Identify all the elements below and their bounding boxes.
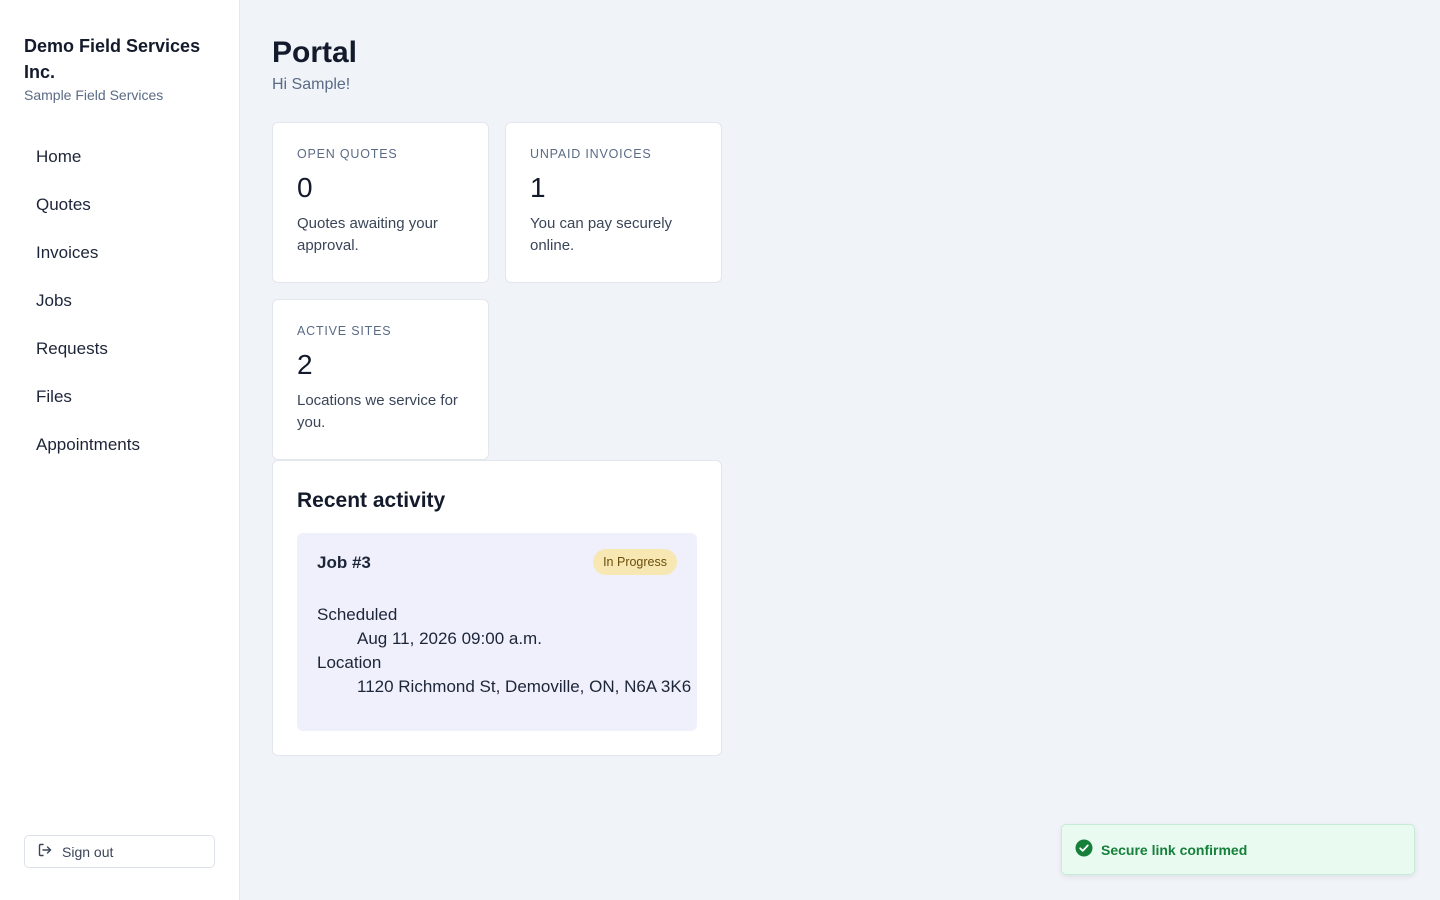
- recent-activity-panel: Recent activity Job #3 In Progress Sched…: [272, 460, 722, 756]
- stat-label: OPEN QUOTES: [297, 147, 398, 161]
- job-details: Scheduled Aug 11, 2026 09:00 a.m. Locati…: [317, 603, 691, 699]
- sign-out-icon: [37, 842, 62, 861]
- sidebar-item-quotes[interactable]: Quotes: [24, 181, 216, 229]
- brand-subtitle: Sample Field Services: [24, 87, 164, 103]
- sidebar-item-appointments[interactable]: Appointments: [24, 421, 216, 469]
- activity-item[interactable]: Job #3 In Progress Scheduled Aug 11, 202…: [297, 533, 697, 731]
- stat-label: ACTIVE SITES: [297, 324, 392, 338]
- stat-value: 2: [297, 349, 313, 380]
- stat-value: 1: [530, 172, 546, 203]
- sign-out-label: Sign out: [62, 843, 114, 860]
- sidebar-item-invoices[interactable]: Invoices: [24, 229, 216, 277]
- page-title: Portal: [272, 36, 358, 69]
- sidebar: Demo Field Services Inc. Sample Field Se…: [0, 0, 240, 900]
- brand: Demo Field Services Inc. Sample Field Se…: [24, 33, 224, 105]
- brand-name: Demo Field Services Inc.: [24, 36, 201, 82]
- sidebar-item-requests[interactable]: Requests: [24, 325, 216, 373]
- location-label: Location: [317, 653, 382, 672]
- sign-out-button[interactable]: Sign out: [24, 835, 215, 868]
- page-greeting: Hi Sample!: [272, 76, 351, 93]
- location-value: 1120 Richmond St, Demoville, ON, N6A 3K6: [357, 677, 692, 696]
- toast-message: Secure link confirmed: [1101, 841, 1248, 858]
- status-badge: In Progress: [593, 549, 677, 575]
- stat-card-unpaid-invoices[interactable]: UNPAID INVOICES 1 You can pay securely o…: [505, 122, 722, 283]
- check-circle-icon: [1075, 839, 1101, 860]
- sidebar-item-files[interactable]: Files: [24, 373, 216, 421]
- stat-description: Locations we service for you.: [297, 392, 458, 431]
- scheduled-value: Aug 11, 2026 09:00 a.m.: [357, 629, 542, 648]
- stat-value: 0: [297, 172, 313, 203]
- stat-card-open-quotes[interactable]: OPEN QUOTES 0 Quotes awaiting your appro…: [272, 122, 489, 283]
- stat-description: You can pay securely online.: [530, 215, 673, 254]
- stat-card-active-sites[interactable]: ACTIVE SITES 2 Locations we service for …: [272, 299, 489, 460]
- stat-description: Quotes awaiting your approval.: [297, 215, 438, 254]
- toast-notification[interactable]: Secure link confirmed: [1061, 824, 1415, 875]
- stat-label: UNPAID INVOICES: [530, 147, 652, 161]
- recent-activity-title: Recent activity: [297, 489, 446, 512]
- sidebar-nav: Home Quotes Invoices Jobs Requests Files…: [24, 133, 216, 469]
- scheduled-label: Scheduled: [317, 605, 398, 624]
- sidebar-item-jobs[interactable]: Jobs: [24, 277, 216, 325]
- sidebar-item-home[interactable]: Home: [24, 133, 216, 181]
